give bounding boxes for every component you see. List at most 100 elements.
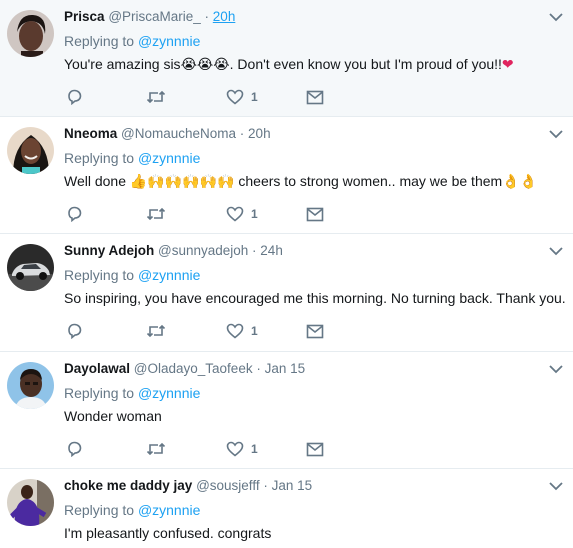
avatar[interactable] — [7, 362, 54, 409]
avatar[interactable] — [7, 479, 54, 526]
woman-smiling-portrait-icon — [7, 127, 54, 174]
car-icon — [7, 244, 54, 291]
timestamp[interactable]: Jan 15 — [265, 361, 306, 376]
tweet[interactable]: Prisca @PriscaMarie_ · 20h Replying to @… — [0, 0, 573, 117]
replying-to-label: Replying to — [64, 150, 138, 166]
direct-message-button[interactable] — [306, 88, 324, 106]
chevron-down-icon[interactable] — [549, 481, 563, 491]
tweet-actions: 1 — [64, 322, 364, 340]
author-name[interactable]: Sunny Adejoh — [64, 243, 154, 258]
avatar[interactable] — [7, 127, 54, 174]
reply-icon — [68, 89, 82, 105]
author-handle[interactable]: @PriscaMarie_ — [108, 9, 200, 24]
reply-icon — [68, 206, 82, 222]
woman-portrait-icon — [7, 10, 54, 57]
author-name[interactable]: Prisca — [64, 9, 105, 24]
tweet-text-continued: . Don't even know you but I'm proud of y… — [229, 56, 502, 72]
author-name[interactable]: Dayolawal — [64, 361, 130, 376]
mention-link[interactable]: @zynnnie — [138, 502, 200, 518]
retweet-button[interactable] — [146, 440, 166, 458]
envelope-icon — [306, 90, 324, 104]
author-name[interactable]: Nneoma — [64, 126, 117, 141]
reply-button[interactable] — [66, 440, 83, 458]
ok-hand-emoji: 👌👌 — [502, 174, 538, 190]
tweet-text-body: Well done — [64, 173, 130, 189]
chevron-down-icon[interactable] — [549, 364, 563, 374]
direct-message-button[interactable] — [306, 440, 324, 458]
tweet[interactable]: Dayolawal @Oladayo_Taofeek · Jan 15 Repl… — [0, 352, 573, 469]
author-handle[interactable]: @sunnyadejoh — [158, 243, 248, 258]
heart-icon — [226, 89, 244, 105]
replying-to-label: Replying to — [64, 267, 138, 283]
author-name[interactable]: choke me daddy jay — [64, 478, 192, 493]
direct-message-button[interactable] — [306, 205, 324, 223]
tweet-text-body: So inspiring, you have encouraged me thi… — [64, 290, 566, 306]
avatar[interactable] — [7, 244, 54, 291]
chevron-down-icon[interactable] — [549, 129, 563, 139]
tweet[interactable]: Nneoma @NomaucheNoma · 20h Replying to @… — [0, 117, 573, 234]
heart-icon — [226, 441, 244, 457]
tweet-actions: 1 — [64, 440, 364, 458]
tweet-text-body: I'm pleasantly confused. congrats — [64, 525, 272, 541]
separator: · — [200, 9, 213, 24]
replying-to-label: Replying to — [64, 33, 138, 49]
reply-button[interactable] — [66, 322, 83, 340]
like-button[interactable]: 1 — [226, 322, 258, 340]
direct-message-button[interactable] — [306, 322, 324, 340]
retweet-icon — [146, 207, 166, 221]
timestamp[interactable]: 20h — [213, 9, 236, 24]
avatar[interactable] — [7, 10, 54, 57]
mention-link[interactable]: @zynnnie — [138, 33, 200, 49]
mention-link[interactable]: @zynnnie — [138, 267, 200, 283]
separator: · — [259, 478, 272, 493]
timestamp[interactable]: 24h — [260, 243, 283, 258]
like-button[interactable]: 1 — [226, 205, 258, 223]
retweet-button[interactable] — [146, 205, 166, 223]
envelope-icon — [306, 442, 324, 456]
like-count: 1 — [251, 207, 258, 221]
reply-feed: Prisca @PriscaMarie_ · 20h Replying to @… — [0, 0, 573, 548]
retweet-icon — [146, 442, 166, 456]
like-button[interactable]: 1 — [226, 88, 258, 106]
tweet-header: Sunny Adejoh @sunnyadejoh · 24h — [64, 242, 283, 260]
timestamp[interactable]: Jan 15 — [272, 478, 313, 493]
retweet-button[interactable] — [146, 322, 166, 340]
replying-to: Replying to @zynnnie — [64, 32, 200, 50]
replying-to: Replying to @zynnnie — [64, 384, 200, 402]
like-button[interactable]: 1 — [226, 440, 258, 458]
clapping-emoji: 👍🙌🙌🙌🙌🙌 — [129, 174, 235, 190]
tweet-header: Dayolawal @Oladayo_Taofeek · Jan 15 — [64, 360, 305, 378]
heart-icon — [226, 323, 244, 339]
replying-to-label: Replying to — [64, 385, 138, 401]
author-handle[interactable]: @NomaucheNoma — [121, 126, 236, 141]
retweet-icon — [146, 324, 166, 338]
tweet-text: Well done 👍🙌🙌🙌🙌🙌 cheers to strong women.… — [64, 172, 537, 191]
chevron-down-icon[interactable] — [549, 12, 563, 22]
tweet[interactable]: Sunny Adejoh @sunnyadejoh · 24h Replying… — [0, 234, 573, 352]
reply-icon — [68, 441, 82, 457]
timestamp[interactable]: 20h — [248, 126, 271, 141]
author-handle[interactable]: @Oladayo_Taofeek — [134, 361, 253, 376]
reply-button[interactable] — [66, 88, 83, 106]
chevron-down-icon[interactable] — [549, 246, 563, 256]
envelope-icon — [306, 207, 324, 221]
mention-link[interactable]: @zynnnie — [138, 150, 200, 166]
heart-icon — [226, 206, 244, 222]
mention-link[interactable]: @zynnnie — [138, 385, 200, 401]
reply-button[interactable] — [66, 205, 83, 223]
retweet-button[interactable] — [146, 88, 166, 106]
tweet-actions: 1 — [64, 88, 364, 106]
tweet[interactable]: choke me daddy jay @sousjefff · Jan 15 R… — [0, 469, 573, 548]
tweet-text-body: You're amazing sis — [64, 56, 181, 72]
heart-emoji: ❤ — [501, 57, 514, 73]
crying-emoji: 😭😭😭 — [180, 57, 230, 73]
tweet-text: I'm pleasantly confused. congrats — [64, 524, 271, 542]
like-count: 1 — [251, 90, 258, 104]
separator: · — [248, 243, 261, 258]
author-handle[interactable]: @sousjefff — [196, 478, 260, 493]
tweet-text: You're amazing sis😭😭😭. Don't even know y… — [64, 55, 514, 74]
replying-to: Replying to @zynnnie — [64, 501, 200, 519]
tweet-header: choke me daddy jay @sousjefff · Jan 15 — [64, 477, 312, 495]
tweet-text-continued: cheers to strong women.. may we be them — [234, 173, 503, 189]
person-purple-outfit-icon — [7, 479, 54, 526]
